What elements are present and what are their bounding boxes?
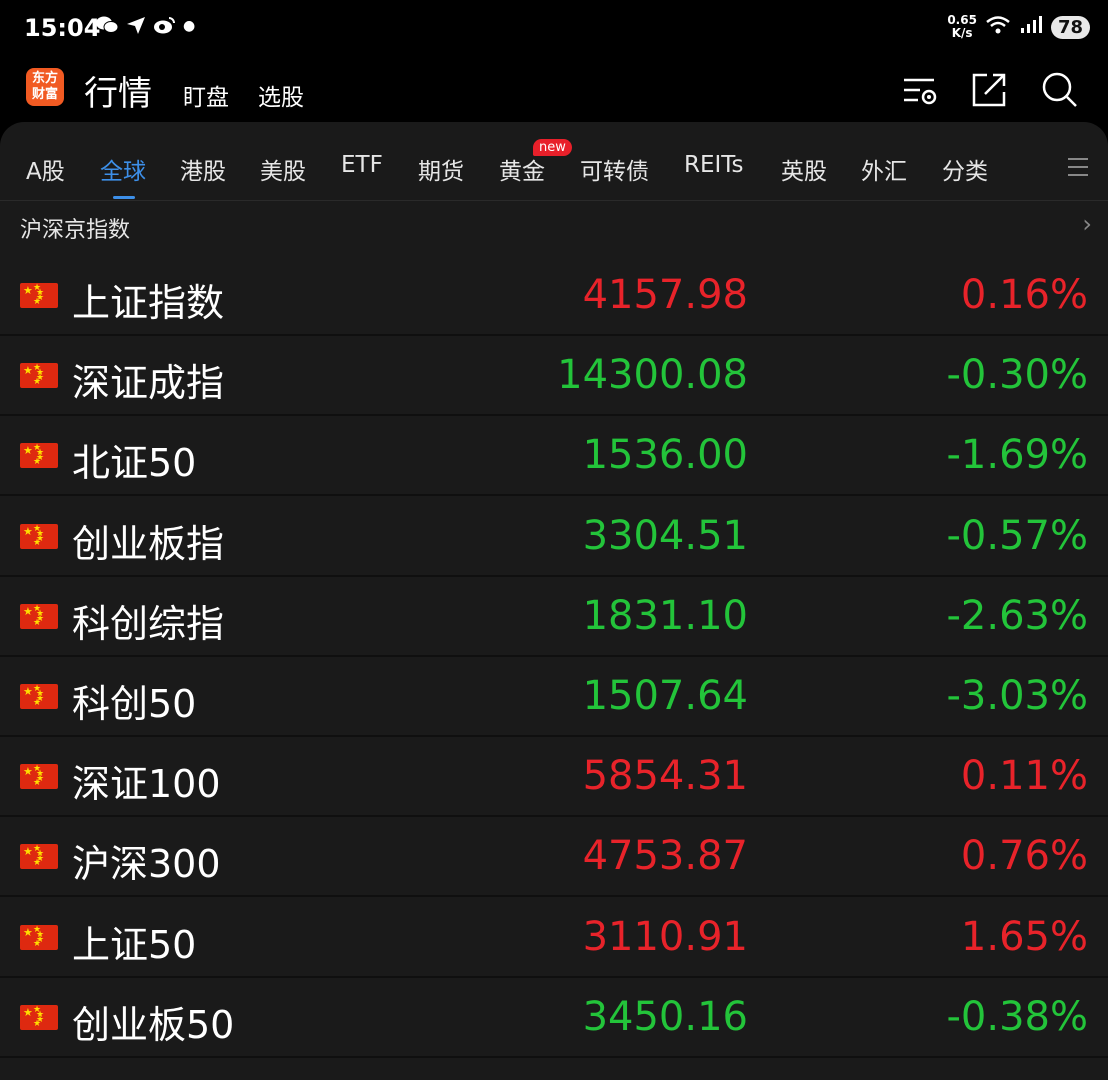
status-bar: 15:04 ● 0.65 K/s 78 [0, 0, 1108, 60]
section-title: 沪深京指数 [20, 218, 131, 243]
index-name: 创业板50 [72, 1002, 235, 1047]
index-row[interactable]: ★ ★ ★ ★ ★ 上证50 3110.91 1.65% [0, 898, 1108, 978]
index-price: 4157.98 [582, 272, 748, 318]
status-time: 15:04 [24, 14, 101, 42]
china-flag-icon: ★ ★ ★ ★ ★ [20, 363, 58, 389]
app-header: 东方 财富 行情 盯盘 选股 [0, 60, 1108, 120]
tab-gold[interactable]: 黄金 [499, 152, 545, 186]
notification-icons: ● [95, 14, 195, 42]
tab-a-shares[interactable]: A股 [26, 152, 65, 186]
tab-categories[interactable]: 分类 [942, 152, 988, 186]
signal-icon [1019, 15, 1043, 39]
china-flag-icon: ★ ★ ★ ★ ★ [20, 603, 58, 629]
tab-reits[interactable]: REITs [684, 152, 744, 178]
index-price: 5854.31 [582, 753, 748, 800]
stock-picker-link[interactable]: 选股 [258, 78, 304, 112]
index-row[interactable]: ★ ★ ★ ★ ★ 北证50 1536.00 -1.69% [0, 416, 1108, 497]
china-flag-icon: ★ ★ ★ ★ ★ [20, 684, 58, 709]
index-change-percent: 0.76% [960, 833, 1088, 880]
index-change-percent: -0.38% [946, 993, 1088, 1040]
china-flag-icon: ★ ★ ★ ★ ★ [20, 1004, 58, 1030]
net-speed-unit: K/s [951, 26, 973, 40]
index-name: 深证100 [72, 762, 221, 807]
tab-hk-stocks[interactable]: 港股 [180, 152, 226, 186]
china-flag-icon: ★ ★ ★ ★ ★ [20, 443, 58, 469]
send-icon [125, 14, 147, 42]
menu-icon[interactable] [1068, 158, 1088, 182]
china-flag-icon: ★ ★ ★ ★ ★ [20, 523, 58, 549]
tab-us-stocks[interactable]: 美股 [260, 152, 306, 186]
index-name: 上证50 [72, 922, 197, 967]
china-flag-icon: ★ ★ ★ ★ ★ [20, 844, 58, 870]
index-change-percent: 0.16% [960, 272, 1088, 318]
net-speed: 0.65 K/s [947, 14, 977, 40]
index-row[interactable]: ★ ★ ★ ★ ★ 上证指数 4157.98 0.16% [0, 256, 1108, 336]
new-badge: new [533, 139, 572, 156]
index-name: 科创综指 [72, 601, 225, 646]
index-price: 1507.64 [582, 673, 748, 719]
index-row[interactable]: ★ ★ ★ ★ ★ 深证成指 14300.08 -0.30% [0, 336, 1108, 417]
market-panel: A股 全球 港股 美股 ETF 期货 黄金 new 可转债 REITs 英股 外… [0, 122, 1108, 1080]
index-price: 14300.08 [557, 352, 748, 399]
logo-line-1: 东方 [31, 71, 58, 86]
china-flag-icon: ★ ★ ★ ★ ★ [20, 924, 58, 950]
index-row[interactable]: ★ ★ ★ ★ ★ 科创综指 1831.10 -2.63% [0, 577, 1108, 657]
tab-global[interactable]: 全球 [100, 152, 146, 186]
index-name: 沪深300 [72, 842, 221, 887]
index-row[interactable]: ★ ★ ★ ★ ★ 创业板50 3450.16 -0.38% [0, 978, 1108, 1058]
market-tabs: A股 全球 港股 美股 ETF 期货 黄金 new 可转债 REITs 英股 外… [0, 122, 1108, 201]
china-flag-icon: ★ ★ ★ ★ ★ [20, 283, 58, 308]
index-price: 1831.10 [582, 592, 748, 639]
tab-etf[interactable]: ETF [341, 152, 383, 178]
battery-indicator: 78 [1050, 15, 1090, 39]
dot-icon: ● [183, 18, 196, 34]
index-price: 1536.00 [582, 432, 748, 479]
share-icon[interactable] [969, 70, 1009, 110]
logo-line-2: 财富 [31, 87, 58, 102]
index-change-percent: -1.69% [946, 432, 1088, 479]
wifi-icon [985, 15, 1011, 39]
search-icon[interactable] [1040, 70, 1080, 110]
tab-futures[interactable]: 期货 [418, 152, 464, 186]
app-logo[interactable]: 东方 财富 [26, 68, 64, 106]
section-header[interactable]: 沪深京指数 › [0, 200, 1108, 256]
index-name: 创业板指 [72, 521, 225, 566]
active-tab-indicator [113, 196, 135, 199]
index-row[interactable]: ★ ★ ★ ★ ★ 沪深300 4753.87 0.76% [0, 817, 1108, 898]
index-change-percent: 1.65% [960, 913, 1088, 960]
tab-uk-stocks[interactable]: 英股 [781, 152, 827, 186]
status-right: 0.65 K/s 78 [947, 14, 1090, 40]
settings-list-icon[interactable] [900, 70, 940, 110]
index-name: 北证50 [72, 441, 197, 486]
tab-convertible-bonds[interactable]: 可转债 [580, 152, 649, 186]
index-change-percent: -3.03% [946, 673, 1088, 719]
tab-forex[interactable]: 外汇 [861, 152, 907, 186]
weibo-icon [153, 14, 177, 42]
china-flag-icon: ★ ★ ★ ★ ★ [20, 764, 58, 790]
watch-link[interactable]: 盯盘 [183, 78, 229, 112]
index-name: 深证成指 [72, 361, 225, 406]
index-price: 4753.87 [582, 833, 748, 880]
index-price: 3450.16 [582, 993, 748, 1040]
index-price: 3304.51 [582, 512, 748, 559]
wechat-icon [95, 14, 119, 42]
index-change-percent: -0.30% [946, 352, 1088, 399]
index-row[interactable]: ★ ★ ★ ★ ★ 创业板指 3304.51 -0.57% [0, 497, 1108, 577]
index-name: 上证指数 [72, 281, 225, 325]
index-row[interactable]: ★ ★ ★ ★ ★ 科创50 1507.64 -3.03% [0, 657, 1108, 737]
index-change-percent: 0.11% [960, 753, 1088, 800]
index-price: 3110.91 [582, 913, 748, 960]
index-change-percent: -2.63% [946, 592, 1088, 639]
index-row[interactable]: ★ ★ ★ ★ ★ 深证100 5854.31 0.11% [0, 737, 1108, 818]
index-name: 科创50 [72, 682, 197, 726]
chevron-right-icon: › [1082, 210, 1092, 238]
page-title: 行情 [84, 74, 152, 114]
index-change-percent: -0.57% [946, 512, 1088, 559]
